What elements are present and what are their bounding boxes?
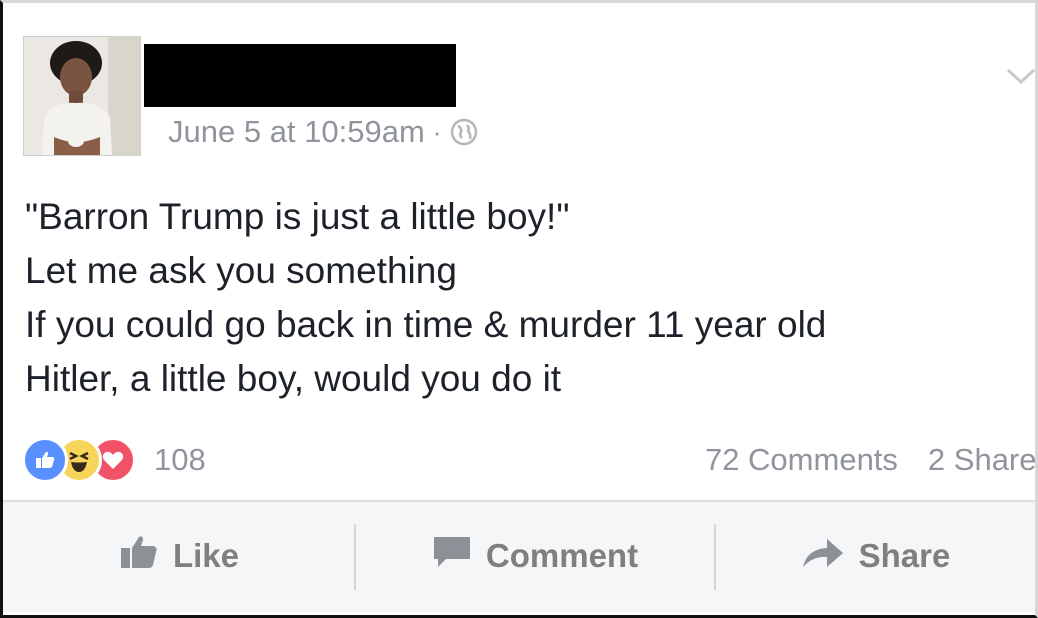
- meta-separator: ·: [432, 116, 442, 147]
- post-timestamp[interactable]: June 5 at 10:59am: [168, 114, 425, 150]
- post-line: "Barron Trump is just a little boy!": [25, 196, 570, 237]
- comments-count-link[interactable]: 72 Comments: [705, 442, 898, 478]
- post-line: If you could go back in time & murder 11…: [25, 304, 827, 345]
- like-label: Like: [172, 537, 240, 574]
- comment-button[interactable]: Comment: [356, 502, 714, 610]
- share-arrow-icon: [801, 535, 845, 577]
- avatar[interactable]: [23, 36, 141, 156]
- share-button[interactable]: Share: [716, 502, 1035, 610]
- reaction-count: 108: [154, 442, 206, 477]
- shares-count-link[interactable]: 2 Shares: [928, 442, 1038, 478]
- comment-bubble-icon: [432, 534, 472, 578]
- author-name-redacted: [144, 44, 456, 107]
- post-stats: 72 Comments 2 Shares: [675, 440, 1038, 480]
- action-bar: Like Comment Share: [3, 500, 1035, 612]
- comment-label: Comment: [485, 537, 639, 574]
- like-button[interactable]: Like: [3, 502, 355, 610]
- thumbs-up-icon: [119, 534, 159, 578]
- reaction-summary[interactable]: 108: [22, 436, 206, 484]
- post-line: Let me ask you something: [25, 250, 457, 291]
- share-label: Share: [858, 537, 951, 574]
- post-body: "Barron Trump is just a little boy!" Let…: [25, 190, 1015, 406]
- post-line: Hitler, a little boy, would you do it: [25, 358, 562, 399]
- like-reaction-icon: [22, 437, 68, 483]
- globe-icon[interactable]: [449, 117, 479, 147]
- chevron-down-icon[interactable]: [1004, 64, 1038, 88]
- post-meta: June 5 at 10:59am ·: [168, 114, 479, 150]
